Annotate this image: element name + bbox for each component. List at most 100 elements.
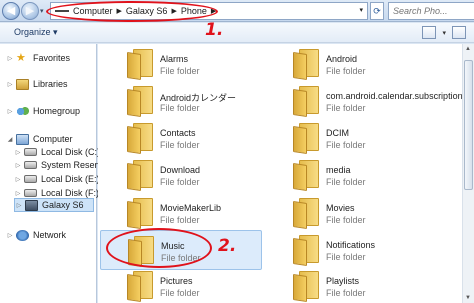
refresh-icon: ⟳ (373, 6, 381, 16)
folder-type: File folder (326, 288, 366, 298)
folder-name: MovieMakerLib (160, 203, 222, 213)
annotation-oval-address (46, 1, 218, 22)
expand-arrow-icon[interactable]: ▷ (6, 232, 14, 239)
organize-button[interactable]: Organize ▾ (14, 27, 58, 38)
expand-arrow-icon[interactable]: ▷ (6, 55, 14, 62)
disk-icon (24, 175, 37, 183)
expand-arrow-icon[interactable]: ▷ (14, 176, 22, 183)
folder-item[interactable]: Pictures File folder (100, 266, 262, 303)
folder-type: File folder (160, 140, 200, 150)
expand-arrow-icon[interactable]: ▷ (6, 108, 14, 115)
homegroup-icon (16, 105, 29, 117)
preview-pane-icon[interactable] (452, 26, 466, 39)
folder-icon (293, 271, 321, 302)
view-controls: ▾ (422, 26, 466, 39)
folder-type: File folder (326, 177, 366, 187)
folder-item[interactable]: Androidカレンダー File folder (100, 81, 262, 121)
sidebar-item-homegroup[interactable]: ▷ Homegroup (6, 104, 80, 118)
expand-arrow-icon[interactable]: ▷ (6, 81, 14, 88)
network-icon (16, 229, 29, 241)
sidebar-item-label: Favorites (33, 53, 71, 63)
disk-icon (24, 161, 37, 169)
address-dropdown-icon[interactable]: ▾ (359, 6, 363, 14)
disk-icon (24, 189, 37, 197)
folder-item[interactable]: Playlists File folder (266, 266, 428, 303)
folder-type: File folder (160, 66, 200, 76)
sidebar-item-favorites[interactable]: ▷ ★ Favorites (6, 51, 70, 65)
expand-arrow-icon[interactable]: ▷ (14, 162, 22, 169)
folder-item[interactable]: Alarms File folder (100, 44, 262, 84)
scroll-up-icon[interactable]: ▲ (465, 46, 471, 52)
folder-icon (127, 160, 155, 191)
folder-name: DCIM (326, 128, 349, 138)
folder-type: File folder (326, 66, 366, 76)
expand-arrow-icon[interactable]: ▷ (14, 149, 22, 156)
sidebar-item-label: Local Disk (F:) (41, 188, 100, 198)
folder-item[interactable]: com.android.calendar.subscription.a File… (266, 81, 470, 121)
folder-type: File folder (326, 140, 366, 150)
folder-icon (293, 160, 321, 191)
forward-button[interactable]: ▶ (21, 2, 39, 20)
folder-item[interactable]: Notifications File folder (266, 230, 428, 270)
sidebar-item-network[interactable]: ▷ Network (6, 228, 66, 242)
view-dropdown-icon[interactable]: ▾ (442, 29, 446, 37)
folder-icon (293, 235, 321, 266)
sidebar-item-local-disk-c[interactable]: ▷ Local Disk (C:) (14, 145, 100, 159)
sidebar-item-label: Network (33, 230, 67, 240)
folder-item[interactable]: Contacts File folder (100, 118, 262, 158)
folder-name: Alarms (160, 54, 189, 64)
folder-icon (127, 49, 155, 80)
folder-item[interactable]: Movies File folder (266, 193, 428, 233)
sidebar-item-label: Local Disk (C:) (41, 147, 101, 157)
back-button[interactable]: ◀ (2, 2, 20, 20)
folder-icon (293, 198, 321, 229)
folder-item[interactable]: Download File folder (100, 155, 262, 195)
folder-item[interactable]: MovieMakerLib File folder (100, 193, 262, 233)
folder-icon (127, 198, 155, 229)
sidebar-item-galaxy-s6[interactable]: ▷ Galaxy S6 (14, 198, 94, 212)
folder-item[interactable]: Android File folder (266, 44, 428, 84)
folder-type: File folder (160, 103, 200, 113)
folder-name: Movies (326, 203, 355, 213)
folder-item[interactable]: media File folder (266, 155, 428, 195)
expand-arrow-icon[interactable]: ▷ (15, 202, 23, 209)
sidebar-item-local-disk-e[interactable]: ▷ Local Disk (E:) (14, 172, 100, 186)
folder-icon (293, 86, 321, 117)
navigation-pane: ▷ ★ Favorites ▷ Libraries ▷ Homegroup ◢ … (0, 44, 130, 303)
chevron-down-icon: ▾ (53, 27, 58, 37)
collapse-arrow-icon[interactable]: ◢ (6, 136, 14, 143)
phone-icon (25, 199, 38, 211)
folder-name: media (326, 165, 351, 175)
search-input[interactable] (388, 2, 474, 20)
refresh-button[interactable]: ⟳ (370, 2, 384, 20)
computer-icon (16, 133, 29, 145)
command-bar: Organize ▾ ▾ (0, 23, 474, 43)
folder-type: File folder (326, 252, 366, 262)
annotation-oval-music (106, 228, 212, 268)
folder-name: com.android.calendar.subscription.a (326, 91, 471, 101)
sidebar-item-libraries[interactable]: ▷ Libraries (6, 77, 68, 91)
folder-name: Playlists (326, 276, 360, 286)
folder-icon (293, 49, 321, 80)
star-icon: ★ (16, 51, 26, 64)
folder-type: File folder (326, 103, 366, 113)
organize-label: Organize (14, 27, 51, 37)
folder-name: Contacts (160, 128, 196, 138)
scrollbar-thumb[interactable] (464, 60, 473, 190)
sidebar-item-label: Homegroup (33, 106, 81, 116)
sidebar-item-label: Galaxy S6 (42, 200, 84, 210)
folder-name: Download (160, 165, 201, 175)
sidebar-item-computer[interactable]: ◢ Computer (6, 132, 73, 146)
forward-arrow-icon: ▶ (25, 5, 35, 17)
expand-arrow-icon[interactable]: ▷ (14, 190, 22, 197)
annotation-step-1: 1. (205, 20, 224, 40)
vertical-scrollbar[interactable]: ▲ ▼ (462, 44, 474, 303)
folder-item[interactable]: DCIM File folder (266, 118, 428, 158)
library-icon (16, 78, 29, 90)
recent-pages-dropdown-icon[interactable]: ▾ (40, 7, 44, 15)
folder-icon (127, 86, 155, 117)
sidebar-item-label: Libraries (33, 79, 68, 89)
change-view-icon[interactable] (422, 26, 437, 39)
back-arrow-icon: ◀ (6, 5, 16, 17)
scroll-down-icon[interactable]: ▼ (465, 295, 471, 301)
